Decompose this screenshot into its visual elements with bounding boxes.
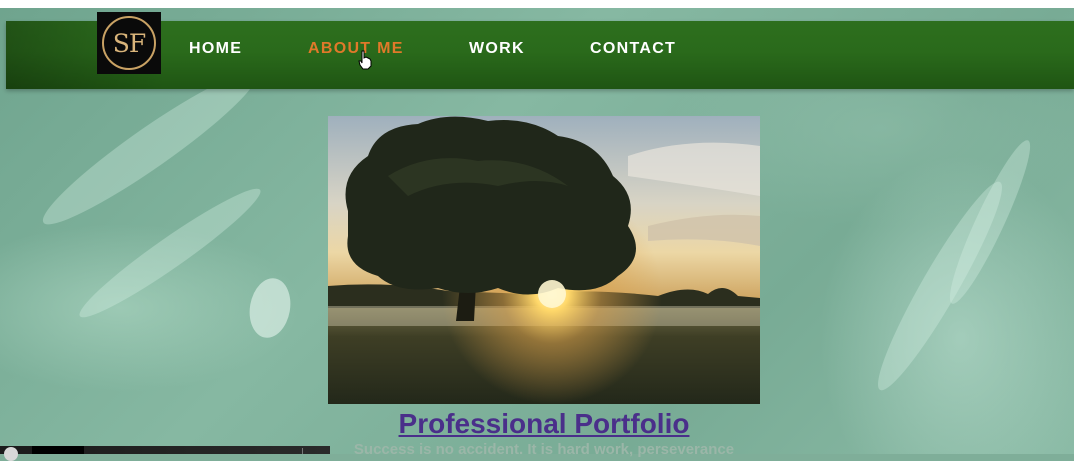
progress-segment [32, 446, 84, 454]
video-controls-bar [0, 446, 330, 461]
nav-home[interactable]: HOME [189, 40, 242, 58]
hand-cursor-icon [358, 50, 372, 70]
browser-top-strip [0, 0, 1074, 8]
nav-about-me[interactable]: ABOUT ME [308, 40, 404, 58]
hero-image [328, 116, 760, 404]
top-navbar [6, 21, 1074, 89]
tree-sunrise-image [328, 116, 760, 404]
nav-work[interactable]: WORK [469, 40, 525, 58]
play-icon[interactable] [4, 447, 18, 461]
paint-splash [245, 274, 295, 342]
divider [302, 448, 303, 454]
brush-stroke [939, 134, 1041, 310]
logo-monogram: SF [102, 16, 156, 70]
tagline-text: Success is no accident. It is hard work,… [353, 441, 735, 458]
portfolio-title-link[interactable]: Professional Portfolio [328, 408, 760, 440]
logo[interactable]: SF [97, 12, 161, 74]
nav-contact[interactable]: CONTACT [590, 40, 676, 58]
